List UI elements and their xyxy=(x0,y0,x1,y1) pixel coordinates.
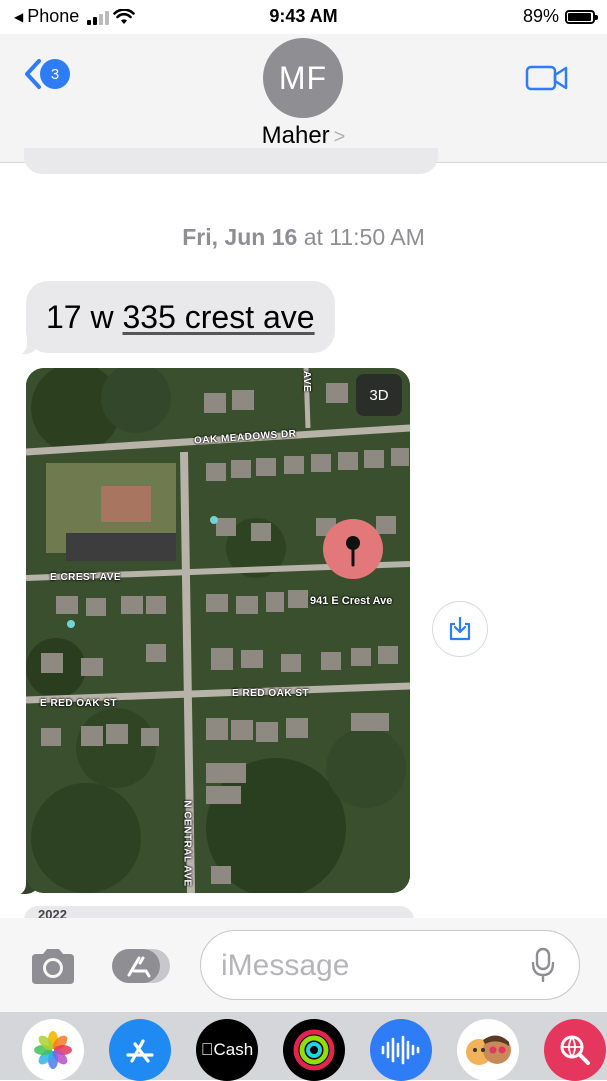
battery-icon xyxy=(565,9,598,24)
status-bar: ◀ Phone 9:43 AM 89% xyxy=(0,0,607,34)
message-timestamp: Fri, Jun 16 at 11:50 AM xyxy=(0,224,607,251)
satellite-map-image xyxy=(26,368,410,893)
map-3d-button[interactable]: 3D xyxy=(356,374,402,416)
imessage-input[interactable]: iMessage xyxy=(200,930,580,1000)
unread-count-badge: 3 xyxy=(40,59,70,89)
camera-icon[interactable] xyxy=(28,946,78,986)
contact-name: Maher xyxy=(261,122,330,149)
app-store-app-icon[interactable] xyxy=(109,1019,171,1081)
status-time: 9:43 AM xyxy=(269,6,338,26)
app-drawer: Cash xyxy=(0,1012,607,1081)
street-label-red-oak-left: E RED OAK ST xyxy=(40,698,118,709)
back-button[interactable]: 3 xyxy=(24,58,70,90)
address-link[interactable]: 335 crest ave xyxy=(122,299,314,336)
street-label-top-ave: AVE xyxy=(301,370,313,393)
street-label-central-ave: N CENTRAL AVE xyxy=(181,800,193,887)
avatar[interactable]: MF xyxy=(263,38,343,118)
timestamp-time: 11:50 AM xyxy=(329,224,425,250)
app-store-button[interactable] xyxy=(112,946,172,991)
status-right: 89% xyxy=(522,6,598,27)
timestamp-at: at xyxy=(303,224,323,250)
photos-app-icon[interactable] xyxy=(22,1019,84,1081)
imessage-placeholder: iMessage xyxy=(221,949,350,982)
web-search-app-icon[interactable] xyxy=(544,1019,606,1081)
message-bubble[interactable]: 17 w 335 crest ave xyxy=(26,281,335,353)
contact-name-button[interactable]: Maher > xyxy=(0,122,607,150)
cash-app-icon[interactable]: Cash xyxy=(196,1019,258,1081)
map-pin-icon xyxy=(323,519,383,579)
download-icon xyxy=(449,616,471,641)
cash-label: Cash xyxy=(201,1040,253,1059)
pin-address-label: 941 E Crest Ave xyxy=(310,595,393,607)
memoji-app-icon[interactable] xyxy=(457,1019,519,1081)
previous-message-bubble[interactable] xyxy=(24,148,438,174)
conversation-header: 3 MF Maher > xyxy=(0,34,607,163)
chevron-right-icon: > xyxy=(333,126,346,148)
video-camera-icon[interactable] xyxy=(525,64,569,92)
compose-bar: iMessage xyxy=(0,918,607,1012)
street-label-crest-ave: E CREST AVE xyxy=(50,572,122,583)
street-label-red-oak-right: E RED OAK ST xyxy=(232,688,310,699)
map-preview[interactable]: OAK MEADOWS DR E CREST AVE E RED OAK ST … xyxy=(26,368,410,893)
microphone-icon[interactable] xyxy=(531,947,555,983)
message-text-prefix: 17 w xyxy=(46,298,123,335)
save-to-files-button[interactable] xyxy=(432,601,488,657)
activity-app-icon[interactable] xyxy=(283,1019,345,1081)
timestamp-day: Fri, Jun 16 xyxy=(182,224,298,250)
app-store-icon xyxy=(112,949,170,983)
audio-message-app-icon[interactable] xyxy=(370,1019,432,1081)
battery-percent: 89% xyxy=(522,6,559,26)
